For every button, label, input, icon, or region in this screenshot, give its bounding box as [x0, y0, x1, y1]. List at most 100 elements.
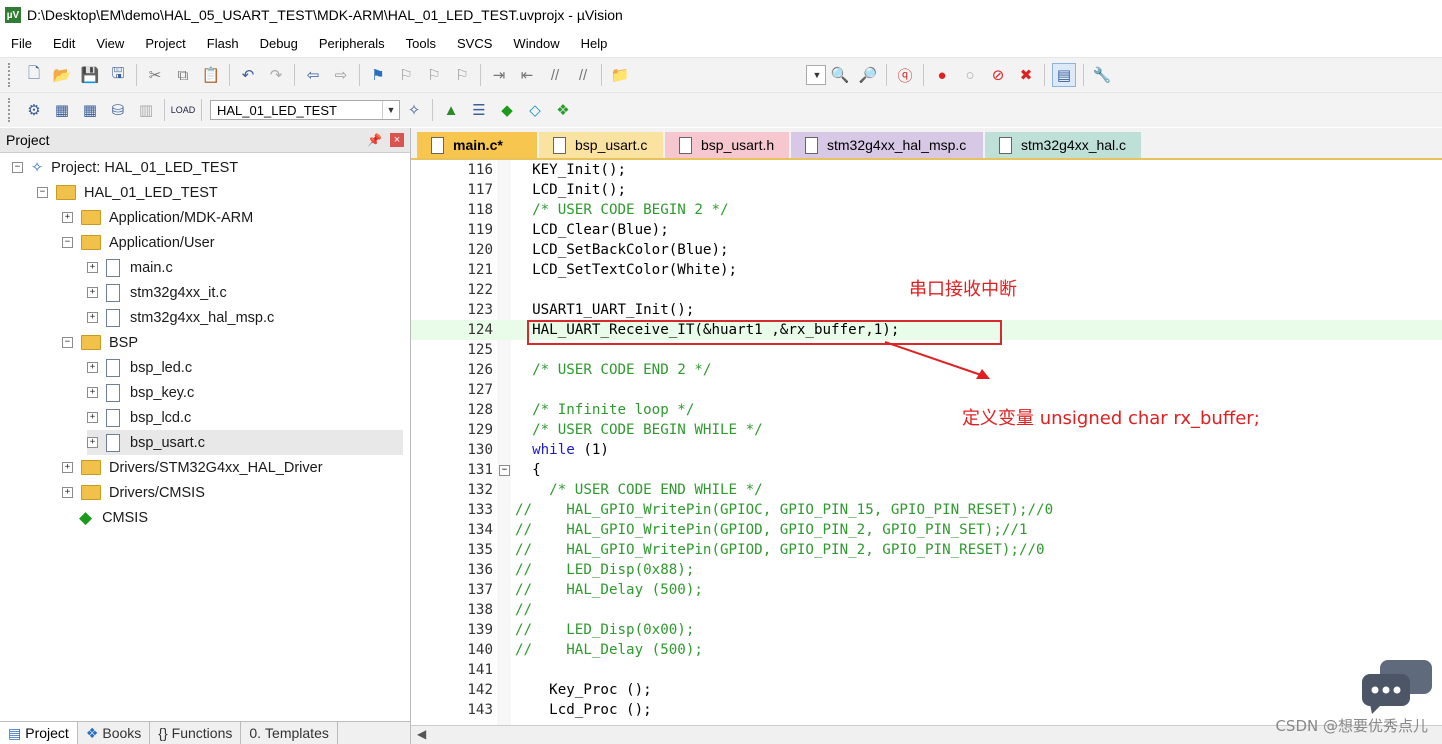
menu-project[interactable]: Project	[134, 36, 195, 51]
expand-icon[interactable]: +	[62, 212, 73, 223]
code-line[interactable]: 129 /* USER CODE BEGIN WHILE */	[411, 420, 1442, 440]
tree-item-target[interactable]: − HAL_01_LED_TEST	[37, 180, 218, 205]
tree-item-group[interactable]: − BSP	[62, 330, 138, 355]
stop-build-icon[interactable]: ▥	[135, 99, 157, 121]
indent-icon[interactable]: ⇥	[488, 64, 510, 86]
debug-session-icon[interactable]: ⓠ	[894, 64, 916, 86]
tab-templates[interactable]: 0. Templates	[241, 722, 338, 744]
collapse-icon[interactable]: −	[62, 237, 73, 248]
menu-peripherals[interactable]: Peripherals	[308, 36, 395, 51]
expand-icon[interactable]: +	[87, 387, 98, 398]
code-line[interactable]: 130 while (1)	[411, 440, 1442, 460]
code-line[interactable]: 116 KEY_Init();	[411, 160, 1442, 180]
expand-icon[interactable]: +	[87, 362, 98, 373]
pin-icon[interactable]: 📌	[367, 133, 382, 147]
window-layout-icon[interactable]: ▤	[1052, 63, 1076, 87]
menu-flash[interactable]: Flash	[196, 36, 249, 51]
kill-breakpoints-icon[interactable]: ✖	[1015, 64, 1037, 86]
code-line[interactable]: 135 // HAL_GPIO_WritePin(GPIOD, GPIO_PIN_…	[411, 540, 1442, 560]
tab-main-c[interactable]: main.c*	[417, 132, 537, 158]
menu-file[interactable]: File	[0, 36, 42, 51]
expand-icon[interactable]: +	[62, 487, 73, 498]
cut-icon[interactable]: ✂	[144, 64, 166, 86]
tab-hal-msp[interactable]: stm32g4xx_hal_msp.c	[791, 132, 983, 158]
tree-item-group[interactable]: − Application/User	[62, 230, 215, 255]
redo-icon[interactable]: ↷	[265, 64, 287, 86]
code-line[interactable]: 133 // HAL_GPIO_WritePin(GPIOC, GPIO_PIN_…	[411, 500, 1442, 520]
pack-installer-icon[interactable]: ❖	[552, 99, 574, 121]
menu-svcs[interactable]: SVCS	[446, 36, 502, 51]
clear-bookmarks-icon[interactable]: ⚐	[451, 64, 473, 86]
menu-help[interactable]: Help	[570, 36, 618, 51]
menu-window[interactable]: Window	[502, 36, 569, 51]
open-file-icon[interactable]: 📂	[51, 64, 73, 86]
download-load-icon[interactable]: LOAD	[171, 99, 196, 121]
collapse-icon[interactable]: −	[62, 337, 73, 348]
code-view[interactable]: 116 KEY_Init(); 117 LCD_Init(); 118 /* USE…	[411, 160, 1442, 726]
code-line[interactable]: 120 LCD_SetBackColor(Blue);	[411, 240, 1442, 260]
expand-icon[interactable]: +	[62, 462, 73, 473]
find-icon[interactable]: 🔍	[829, 64, 851, 86]
expand-icon[interactable]: +	[87, 437, 98, 448]
manage-components-icon[interactable]: ▲	[440, 99, 462, 121]
find-in-files-icon[interactable]: 📁	[609, 64, 631, 86]
find-combo[interactable]: ▼	[806, 65, 826, 85]
configure-icon[interactable]: 🔧	[1091, 64, 1113, 86]
code-line[interactable]: 132 /* USER CODE END WHILE */	[411, 480, 1442, 500]
code-line[interactable]: 139 // LED_Disp(0x00);	[411, 620, 1442, 640]
paste-icon[interactable]: 📋	[200, 64, 222, 86]
expand-icon[interactable]: +	[87, 412, 98, 423]
tree-item-file[interactable]: + bsp_lcd.c	[87, 405, 191, 430]
scroll-left-icon[interactable]: ◀	[417, 727, 426, 741]
code-line[interactable]: 141	[411, 660, 1442, 680]
tab-project[interactable]: ▤ Project	[0, 722, 78, 744]
menu-tools[interactable]: Tools	[395, 36, 446, 51]
fold-toggle-icon[interactable]: −	[499, 465, 510, 476]
select-pack-icon[interactable]: ◇	[524, 99, 546, 121]
code-line[interactable]: 131− {	[411, 460, 1442, 480]
nav-forward-icon[interactable]: ⇨	[330, 64, 352, 86]
copy-icon[interactable]: ⧉	[172, 64, 194, 86]
rebuild-icon[interactable]: ▦	[79, 99, 101, 121]
menu-view[interactable]: View	[85, 36, 134, 51]
collapse-icon[interactable]: −	[12, 162, 23, 173]
code-line[interactable]: 123 USART1_UART_Init();	[411, 300, 1442, 320]
tree-item-project-root[interactable]: − ✧ Project: HAL_01_LED_TEST	[12, 155, 238, 180]
tree-item-file[interactable]: + main.c	[87, 255, 173, 280]
code-line[interactable]: 142 Key_Proc ();	[411, 680, 1442, 700]
tree-item-group[interactable]: + Drivers/STM32G4xx_HAL_Driver	[62, 455, 323, 480]
code-line[interactable]: 119 LCD_Clear(Blue);	[411, 220, 1442, 240]
toolbar-grip[interactable]	[8, 63, 14, 87]
tree-item-file[interactable]: + bsp_key.c	[87, 380, 194, 405]
disable-breakpoint-icon[interactable]: ○	[959, 64, 981, 86]
expand-icon[interactable]: +	[87, 287, 98, 298]
bookmark-icon[interactable]: ⚑	[367, 64, 389, 86]
undo-icon[interactable]: ↶	[237, 64, 259, 86]
tree-item-cmsis[interactable]: ◆ CMSIS	[79, 505, 148, 530]
tab-bsp-usart-c[interactable]: bsp_usart.c	[539, 132, 663, 158]
save-all-icon[interactable]: 🖫	[107, 64, 129, 86]
tree-item-file[interactable]: + stm32g4xx_it.c	[87, 280, 227, 305]
tree-item-file[interactable]: + stm32g4xx_hal_msp.c	[87, 305, 274, 330]
build-icon[interactable]: ▦	[51, 99, 73, 121]
code-line[interactable]: 128 /* Infinite loop */	[411, 400, 1442, 420]
tree-item-group[interactable]: + Application/MDK-ARM	[62, 205, 253, 230]
code-line[interactable]: 140 // HAL_Delay (500);	[411, 640, 1442, 660]
unindent-icon[interactable]: ⇤	[516, 64, 538, 86]
file-extensions-icon[interactable]: ☰	[468, 99, 490, 121]
next-bookmark-icon[interactable]: ⚐	[423, 64, 445, 86]
code-line[interactable]: 117 LCD_Init();	[411, 180, 1442, 200]
menu-edit[interactable]: Edit	[42, 36, 85, 51]
code-line[interactable]: 138 //	[411, 600, 1442, 620]
manage-packs-icon[interactable]: ◆	[496, 99, 518, 121]
nav-back-icon[interactable]: ⇦	[302, 64, 324, 86]
toolbar-grip-2[interactable]	[8, 98, 14, 122]
code-line[interactable]: 118 /* USER CODE BEGIN 2 */	[411, 200, 1442, 220]
collapse-icon[interactable]: −	[37, 187, 48, 198]
tree-item-file-selected[interactable]: + bsp_usart.c	[87, 430, 403, 455]
uncomment-icon[interactable]: //	[572, 64, 594, 86]
new-file-icon[interactable]: 🗋	[23, 64, 45, 86]
code-line[interactable]: 134 // HAL_GPIO_WritePin(GPIOD, GPIO_PIN_…	[411, 520, 1442, 540]
tab-bsp-usart-h[interactable]: bsp_usart.h	[665, 132, 789, 158]
expand-icon[interactable]: +	[87, 262, 98, 273]
